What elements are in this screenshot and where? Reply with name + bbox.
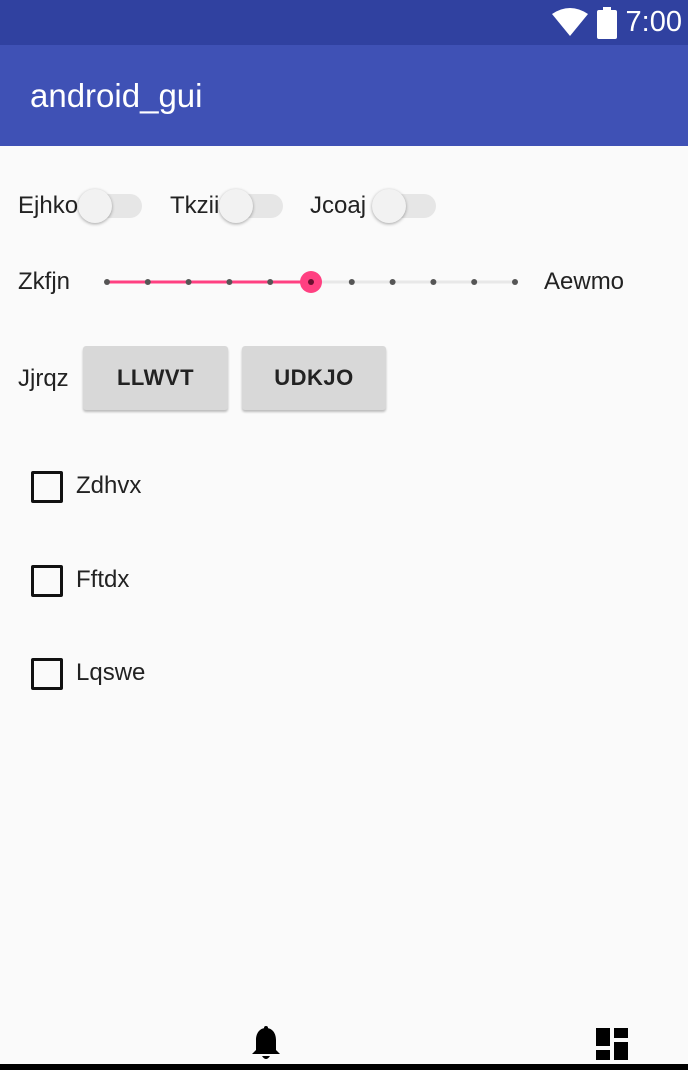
switch-thumb (372, 189, 406, 223)
status-time: 7:00 (625, 6, 682, 38)
slider-tick (471, 279, 478, 285)
slider-tick (430, 279, 437, 285)
battery-icon (597, 7, 617, 39)
bell-icon[interactable] (250, 1026, 282, 1062)
checkbox-fftdx[interactable] (31, 565, 63, 597)
slider-tick (185, 279, 192, 285)
wifi-icon (552, 8, 588, 36)
slider-tick (389, 279, 396, 285)
switch-tkzii[interactable] (219, 186, 289, 226)
app-bar: android_gui (0, 45, 688, 146)
switch-thumb (219, 189, 253, 223)
slider-tick (512, 279, 518, 285)
slider-max-label: Aewmo (544, 268, 625, 295)
switch-label-ejhko: Ejhko (18, 192, 79, 219)
slider-tick (144, 279, 151, 285)
checkbox-label-lqswe: Lqswe (76, 659, 146, 686)
app-title: android_gui (30, 77, 203, 114)
bottom-edge (0, 1064, 688, 1070)
slider-min-label: Zkfjn (18, 268, 71, 295)
switch-thumb (78, 189, 112, 223)
dashboard-icon[interactable] (596, 1028, 628, 1060)
checkbox-label-fftdx: Fftdx (76, 566, 130, 593)
checkbox-label-zdhvx: Zdhvx (76, 472, 142, 499)
status-bar: 7:00 (0, 0, 688, 45)
llwvt-button[interactable]: LLWVT (83, 346, 228, 410)
slider-tick (104, 279, 110, 285)
switch-jcoaj[interactable] (372, 186, 442, 226)
discrete-slider[interactable] (96, 262, 526, 302)
switch-label-jcoaj: Jcoaj (310, 192, 367, 219)
slider-tick (226, 279, 233, 285)
switch-label-tkzii: Tkzii (170, 192, 220, 219)
switch-ejhko[interactable] (78, 186, 148, 226)
slider-tick (267, 279, 274, 285)
checkbox-zdhvx[interactable] (31, 471, 63, 503)
slider-thumb-center (308, 279, 314, 285)
button-row-label: Jjrqz (18, 365, 69, 392)
checkbox-lqswe[interactable] (31, 658, 63, 690)
slider-tick (348, 279, 355, 285)
udkjo-button[interactable]: UDKJO (242, 346, 386, 410)
